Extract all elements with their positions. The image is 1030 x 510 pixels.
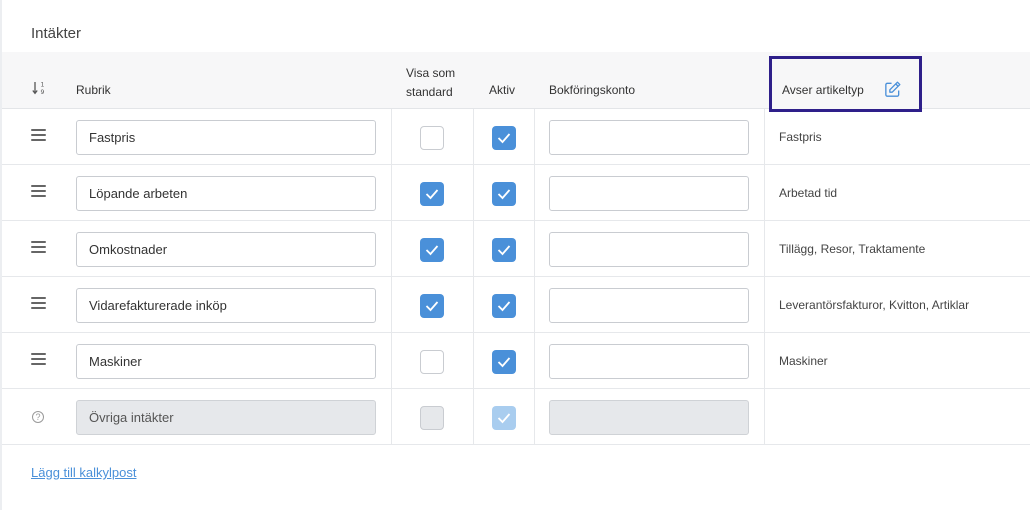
bokforingskonto-input[interactable] (549, 288, 749, 323)
bokforingskonto-input[interactable] (549, 120, 749, 155)
svg-text:1: 1 (41, 82, 45, 89)
table-row: Vidarefakturerade inköp Leverantörsfaktu… (2, 277, 1030, 333)
sort-numeric-icon[interactable]: 1 9 (32, 80, 48, 96)
table-row: Maskiner Maskiner (2, 333, 1030, 389)
table-row: Omkostnader Tillägg, Resor, Traktamente (2, 221, 1030, 277)
visa-som-standard-checkbox-disabled (420, 406, 444, 430)
artikeltyp-text: Leverantörsfakturor, Kvitton, Artiklar (779, 298, 970, 312)
header-visa-line1: Visa som (406, 66, 456, 80)
help-circle-icon[interactable]: ? (32, 411, 44, 423)
header-bokforingskonto: Bokföringskonto (549, 83, 636, 97)
section-title: Intäkter (31, 25, 82, 42)
rubrik-input[interactable]: Vidarefakturerade inköp (76, 288, 376, 323)
header-visa-som-standard: Visa som standard (406, 64, 455, 102)
artikeltyp-text: Fastpris (779, 130, 822, 144)
drag-handle-icon[interactable] (31, 353, 46, 366)
header-avser-artikeltyp: Avser artikeltyp (782, 83, 864, 97)
visa-som-standard-checkbox[interactable] (420, 126, 444, 150)
aktiv-checkbox[interactable] (492, 294, 516, 318)
aktiv-checkbox[interactable] (492, 350, 516, 374)
artikeltyp-text: Maskiner (779, 354, 828, 368)
visa-som-standard-checkbox[interactable] (420, 350, 444, 374)
aktiv-checkbox-disabled (492, 406, 516, 430)
svg-text:9: 9 (41, 89, 45, 96)
table-body: Fastpris Fastpris Löpande arbeten Arbeta… (2, 109, 1030, 445)
aktiv-checkbox[interactable] (492, 182, 516, 206)
bokforingskonto-input[interactable] (549, 176, 749, 211)
table-header: 1 9 Rubrik Visa som standard Aktiv Bokfö… (2, 52, 1030, 112)
bokforingskonto-input-disabled (549, 400, 749, 435)
drag-handle-icon[interactable] (31, 129, 46, 142)
bokforingskonto-input[interactable] (549, 232, 749, 267)
visa-som-standard-checkbox[interactable] (420, 238, 444, 262)
edit-icon[interactable] (883, 80, 902, 99)
rubrik-input[interactable]: Fastpris (76, 120, 376, 155)
visa-som-standard-checkbox[interactable] (420, 294, 444, 318)
rubrik-input[interactable]: Omkostnader (76, 232, 376, 267)
artikeltyp-text: Tillägg, Resor, Traktamente (779, 242, 926, 256)
table-row: Fastpris Fastpris (2, 109, 1030, 165)
header-aktiv: Aktiv (489, 83, 516, 97)
visa-som-standard-checkbox[interactable] (420, 182, 444, 206)
header-visa-line2: standard (406, 85, 453, 99)
aktiv-checkbox[interactable] (492, 126, 516, 150)
aktiv-checkbox[interactable] (492, 238, 516, 262)
rubrik-input-disabled: Övriga intäkter (76, 400, 376, 435)
header-avser-artikeltyp-highlight: Avser artikeltyp (769, 56, 922, 112)
drag-handle-icon[interactable] (31, 241, 46, 254)
artikeltyp-text: Arbetad tid (779, 186, 838, 200)
add-kalkylpost-link[interactable]: Lägg till kalkylpost (31, 465, 137, 480)
drag-handle-icon[interactable] (31, 185, 46, 198)
bokforingskonto-input[interactable] (549, 344, 749, 379)
drag-handle-icon[interactable] (31, 297, 46, 310)
table-row: Löpande arbeten Arbetad tid (2, 165, 1030, 221)
table-row-locked: ? Övriga intäkter (2, 389, 1030, 445)
rubrik-input[interactable]: Maskiner (76, 344, 376, 379)
header-rubrik: Rubrik (76, 83, 111, 97)
rubrik-input[interactable]: Löpande arbeten (76, 176, 376, 211)
